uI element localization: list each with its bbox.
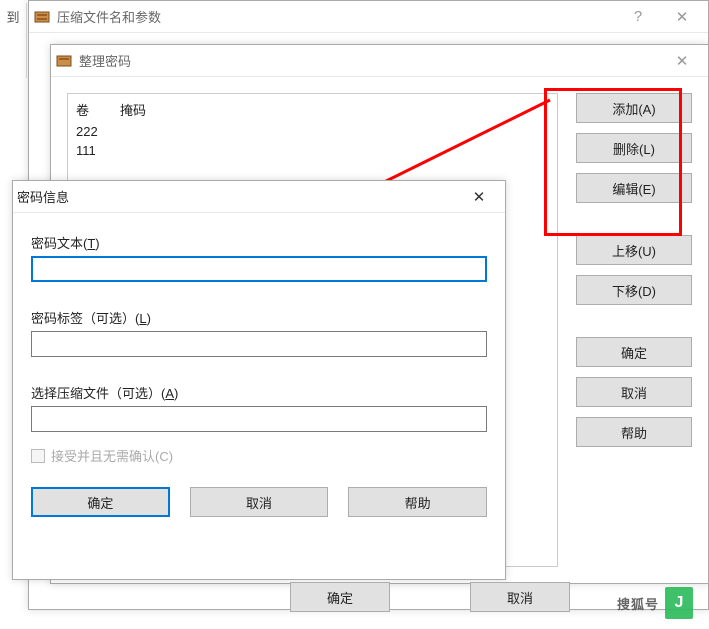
help-button[interactable]: 帮助	[348, 487, 487, 517]
password-text-label: 密码文本(T)	[31, 233, 487, 252]
list-item[interactable]: 222	[76, 122, 549, 141]
help-button[interactable]: ?	[616, 2, 660, 32]
window-title: 整理密码	[79, 51, 660, 70]
edit-button[interactable]: 编辑(E)	[576, 173, 692, 203]
ok-button[interactable]: 确定	[31, 487, 170, 517]
list-item[interactable]: 111	[76, 141, 549, 160]
winrar-icon	[55, 52, 73, 70]
titlebar: 压缩文件名和参数 ? ✕	[29, 1, 708, 33]
dialog-buttons: 确定 取消 帮助	[31, 465, 487, 517]
cancel-button[interactable]: 取消	[470, 582, 570, 612]
password-label-input[interactable]	[31, 331, 487, 357]
accept-no-confirm-checkbox[interactable]: 接受并且无需确认(C)	[31, 446, 487, 465]
password-text-input[interactable]	[31, 256, 487, 282]
cancel-button[interactable]: 取消	[576, 377, 692, 407]
close-button[interactable]: ✕	[660, 46, 704, 76]
titlebar: 密码信息 ✕	[13, 181, 505, 213]
archive-select-input[interactable]	[31, 406, 487, 432]
col-mask: 掩码	[120, 100, 146, 119]
password-label-label: 密码标签（可选）(L)	[31, 308, 487, 327]
close-button[interactable]: ✕	[660, 2, 704, 32]
window-title: 压缩文件名和参数	[57, 7, 616, 26]
winrar-icon	[33, 8, 51, 26]
list-header: 卷 掩码	[76, 98, 549, 122]
help-button[interactable]: 帮助	[576, 417, 692, 447]
down-button[interactable]: 下移(D)	[576, 275, 692, 305]
delete-button[interactable]: 删除(L)	[576, 133, 692, 163]
password-info-window: 密码信息 ✕ 密码文本(T) 密码标签（可选）(L) 选择压缩文件（可选）(A)…	[12, 180, 506, 580]
watermark: 搜狐号 J	[617, 587, 693, 619]
checkbox-label: 接受并且无需确认(C)	[51, 446, 173, 465]
add-button[interactable]: 添加(A)	[576, 93, 692, 123]
parent-dialog-buttons: 确定 取消	[290, 582, 570, 612]
titlebar: 整理密码 ✕	[51, 45, 708, 77]
col-volume: 卷	[76, 100, 110, 119]
ok-button[interactable]: 确定	[576, 337, 692, 367]
close-button[interactable]: ✕	[457, 182, 501, 212]
button-column: 添加(A) 删除(L) 编辑(E) 上移(U) 下移(D) 确定 取消 帮助	[576, 93, 692, 567]
sohu-icon: J	[665, 587, 693, 619]
cancel-button[interactable]: 取消	[190, 487, 329, 517]
window-title: 密码信息	[17, 187, 457, 206]
up-button[interactable]: 上移(U)	[576, 235, 692, 265]
edge-snippet: 到	[0, 3, 27, 78]
checkbox-box	[31, 449, 45, 463]
archive-select-label: 选择压缩文件（可选）(A)	[31, 383, 487, 402]
ok-button[interactable]: 确定	[290, 582, 390, 612]
